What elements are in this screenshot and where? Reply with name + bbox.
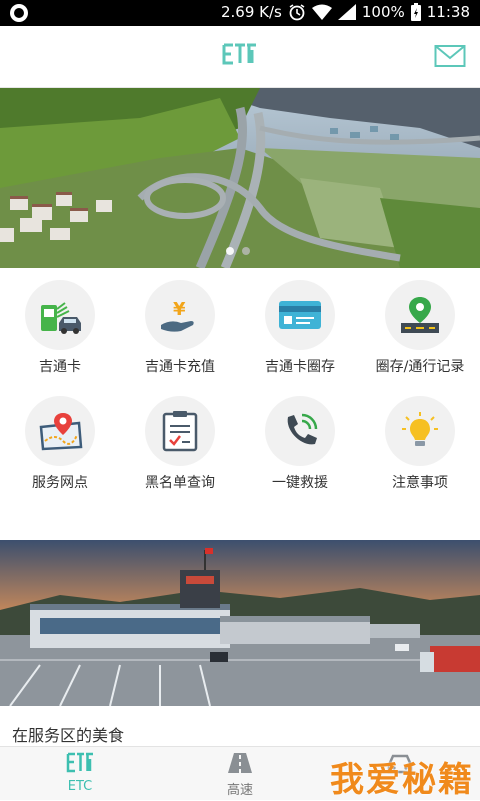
- battery-percent: 100%: [361, 3, 405, 21]
- grid-item-label: 吉通卡充值: [145, 359, 215, 375]
- grid-item-label: 一键救援: [272, 475, 328, 491]
- lightbulb-icon: [402, 412, 438, 446]
- grid-item-service-points[interactable]: 服务网点: [0, 384, 120, 504]
- banner-carousel[interactable]: [0, 88, 480, 268]
- carousel-dot-active[interactable]: [226, 247, 234, 255]
- grid-item-label: 圈存/通行记录: [375, 359, 465, 375]
- clock: 11:38: [426, 3, 470, 21]
- road-pin-icon: [401, 297, 439, 333]
- grid-item-label: 注意事项: [392, 475, 448, 491]
- etc-logo: [222, 43, 256, 65]
- grid-item-label: 黑名单查询: [145, 475, 215, 491]
- carousel-dot[interactable]: [242, 247, 250, 255]
- grid-item-blacklist[interactable]: 黑名单查询: [120, 384, 240, 504]
- status-bar: 2.69 K/s 100% 11:38: [0, 0, 480, 26]
- phone-call-icon: [287, 413, 318, 445]
- etc-icon: [66, 752, 93, 773]
- tab-etc[interactable]: ETC: [0, 747, 160, 801]
- battery-icon: [410, 3, 421, 21]
- alarm-icon: [289, 4, 305, 21]
- highway-banner-image: [0, 88, 480, 268]
- service-area-image: [0, 540, 480, 706]
- yen-hand-icon: ¥: [161, 299, 194, 332]
- id-card-icon: [279, 301, 321, 329]
- watermark-text: 我爱秘籍: [330, 760, 474, 800]
- section-title: 在服务区的美食: [12, 726, 125, 745]
- app-header: [0, 26, 480, 88]
- tab-label: 高速: [226, 783, 253, 798]
- svg-text:¥: ¥: [173, 299, 186, 320]
- grid-item-card[interactable]: 吉通卡: [0, 268, 120, 388]
- tab-highway[interactable]: 高速: [160, 747, 320, 801]
- grid-item-records[interactable]: 圈存/通行记录: [360, 268, 480, 388]
- grid-item-notes[interactable]: 注意事项: [360, 384, 480, 504]
- service-area-card[interactable]: [0, 540, 480, 706]
- notification-icon: [10, 4, 28, 22]
- feature-grid: 吉通卡 ¥ 吉通卡充值 吉通卡圈存 圈存/通行记录 服务网点 黑名单查询 一键救…: [0, 268, 480, 520]
- network-speed: 2.69 K/s: [221, 3, 282, 21]
- grid-item-load[interactable]: 吉通卡圈存: [240, 268, 360, 388]
- map-pin-icon: [39, 413, 83, 451]
- wifi-icon: [311, 4, 332, 20]
- road-icon: [228, 753, 252, 773]
- signal-icon: [337, 4, 356, 20]
- clipboard-check-icon: [162, 411, 198, 452]
- grid-item-rescue[interactable]: 一键救援: [240, 384, 360, 504]
- tab-label: ETC: [67, 779, 93, 794]
- grid-item-recharge[interactable]: ¥ 吉通卡充值: [120, 268, 240, 388]
- carousel-dots: [226, 247, 250, 255]
- card-car-icon: [41, 302, 81, 334]
- grid-item-label: 吉通卡圈存: [265, 359, 335, 375]
- grid-item-label: 吉通卡: [39, 359, 81, 375]
- grid-item-label: 服务网点: [32, 475, 88, 491]
- mail-icon[interactable]: [434, 44, 466, 68]
